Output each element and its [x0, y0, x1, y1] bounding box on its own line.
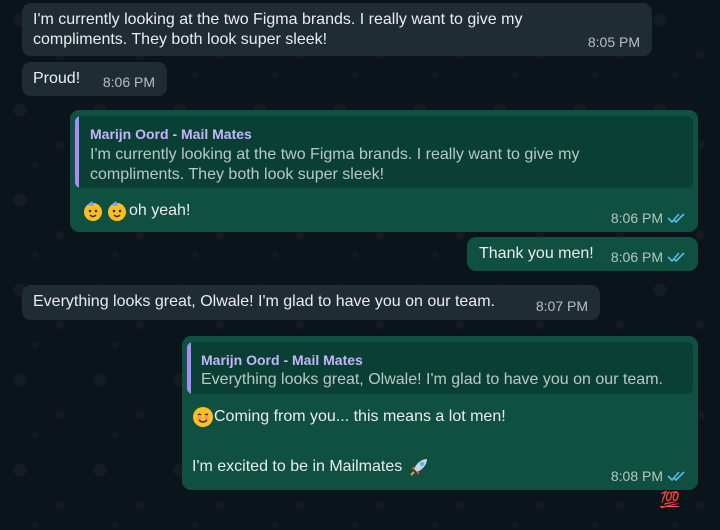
party-face-icon — [108, 201, 126, 221]
message-line: I'm excited to be in Mailmates — [192, 456, 430, 478]
message-bubble-outgoing[interactable]: Marijn Oord - Mail Mates I'm currently l… — [70, 110, 698, 232]
read-ticks-icon — [667, 252, 685, 263]
party-face-icon — [84, 201, 102, 221]
quote-text: Everything looks great, Olwale! I'm glad… — [201, 371, 663, 388]
message-bubble-incoming[interactable]: Proud! 8:06 PM — [22, 62, 167, 96]
message-text: Coming from you... this means a lot men! — [214, 408, 506, 425]
message-time: 8:06 PM — [102, 74, 155, 90]
quote-accent-bar — [75, 116, 79, 188]
message-text: Thank you men! — [479, 245, 594, 262]
quoted-message[interactable]: Marijn Oord - Mail Mates Everything look… — [187, 342, 693, 394]
message-time: 8:08 PM — [611, 466, 687, 486]
quote-author: Marijn Oord - Mail Mates — [201, 352, 363, 368]
quote-text: I'm currently looking at the two Figma b… — [90, 146, 580, 183]
message-text: I'm currently looking at the two Figma b… — [33, 11, 527, 48]
message-text: Everything looks great, Olwale! I'm glad… — [33, 293, 495, 310]
message-bubble-incoming[interactable]: I'm currently looking at the two Figma b… — [22, 3, 652, 56]
message-text: I'm excited to be in Mailmates — [192, 458, 403, 475]
read-ticks-icon — [667, 471, 685, 482]
message-text: oh yeah! — [129, 202, 191, 219]
message-time: 8:07 PM — [535, 298, 588, 314]
message-content: oh yeah! — [82, 200, 190, 222]
read-ticks-icon — [667, 213, 685, 224]
reaction-hundred-icon[interactable]: 💯 — [660, 490, 680, 510]
message-text: Proud! — [33, 70, 81, 87]
message-bubble-incoming[interactable]: Everything looks great, Olwale! I'm glad… — [22, 285, 600, 320]
quoted-message[interactable]: Marijn Oord - Mail Mates I'm currently l… — [75, 116, 693, 188]
message-time: 8:06 PM — [611, 208, 687, 228]
quote-author: Marijn Oord - Mail Mates — [90, 126, 252, 142]
message-bubble-outgoing[interactable]: Marijn Oord - Mail Mates Everything look… — [182, 336, 698, 490]
smiling-face-icon — [193, 407, 213, 427]
message-time: 8:05 PM — [587, 34, 640, 50]
message-line: Coming from you... this means a lot men! — [192, 406, 506, 428]
message-time: 8:06 PM — [611, 247, 687, 267]
quote-accent-bar — [187, 342, 191, 394]
rocket-icon — [410, 459, 428, 476]
message-bubble-outgoing[interactable]: Thank you men! 8:06 PM — [467, 237, 698, 271]
